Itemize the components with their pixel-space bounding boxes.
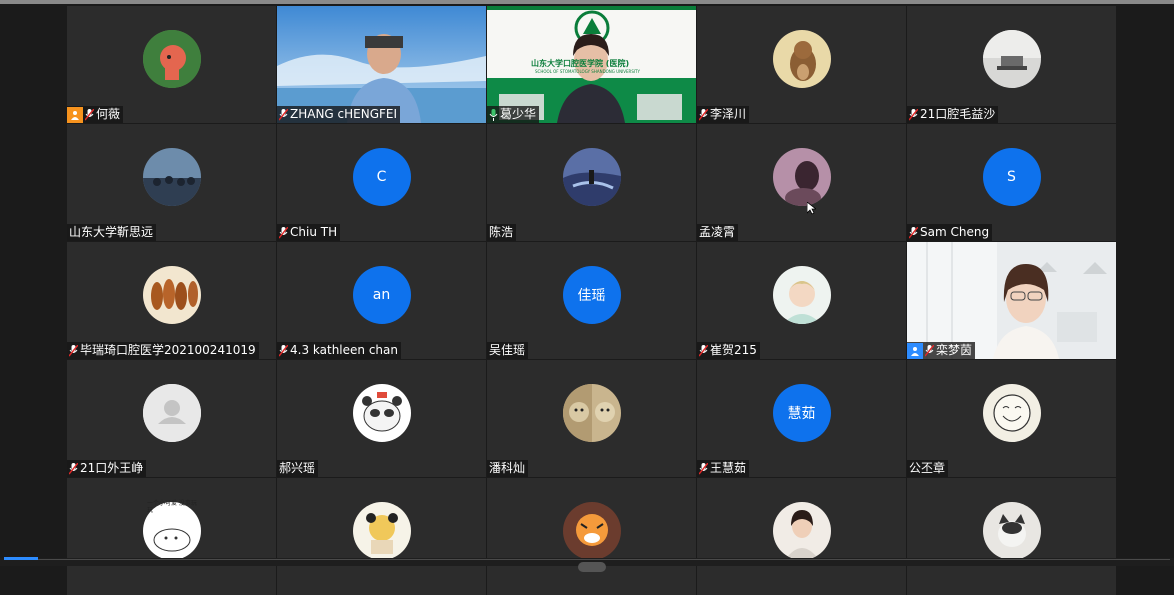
participant-name-label: 郝兴瑶 bbox=[277, 460, 319, 477]
participant-tile[interactable]: S Sam Cheng bbox=[907, 124, 1116, 241]
participant-tile[interactable]: 李泽川 bbox=[697, 6, 906, 123]
muted-mic-icon bbox=[279, 108, 288, 120]
participant-tile[interactable] bbox=[697, 478, 906, 595]
participant-tile[interactable]: ZHANG cHENGFEI bbox=[277, 6, 486, 123]
avatar bbox=[352, 501, 411, 560]
avatar bbox=[352, 383, 411, 442]
muted-mic-icon bbox=[69, 344, 78, 356]
avatar bbox=[982, 29, 1041, 88]
participant-name-label: 21口外王峥 bbox=[67, 460, 147, 477]
participant-tile[interactable]: 孟凌霄 bbox=[697, 124, 906, 241]
participant-name-label: 吴佳瑶 bbox=[487, 342, 529, 359]
avatar bbox=[562, 147, 621, 206]
avatar bbox=[142, 265, 201, 324]
participant-tile[interactable]: 潘科灿 bbox=[487, 360, 696, 477]
participant-tile[interactable]: 崔贺215 bbox=[697, 242, 906, 359]
avatar bbox=[772, 501, 831, 560]
participant-tile[interactable]: 山东大学口腔医学院 (医院) SCHOOL OF STOMATOLOGY SHA… bbox=[487, 6, 696, 123]
participant-tile[interactable]: 陈浩 bbox=[487, 124, 696, 241]
participant-tile[interactable]: 公丕章 bbox=[907, 360, 1116, 477]
window-top-bar bbox=[0, 0, 1174, 4]
banner-text: 山东大学口腔医学院 (医院) bbox=[531, 59, 630, 68]
participant-name-label: 崔贺215 bbox=[697, 342, 760, 359]
participant-tile[interactable]: 山东大学靳思远 bbox=[67, 124, 276, 241]
participant-tile[interactable]: 毕瑞琦口腔医学202100241019 bbox=[67, 242, 276, 359]
participant-tile[interactable]: C Chiu TH bbox=[277, 124, 486, 241]
participant-name-label: 4.3 kathleen chan bbox=[277, 342, 401, 359]
avatar bbox=[142, 29, 201, 88]
avatar-initials: C bbox=[352, 147, 411, 206]
participant-name-label: 潘科灿 bbox=[487, 460, 529, 477]
avatar-initials: 慧茹 bbox=[772, 383, 831, 442]
participant-tile[interactable]: 21口腔毛益沙 bbox=[907, 6, 1116, 123]
participant-tile[interactable]: 慧茹 王慧茹 bbox=[697, 360, 906, 477]
avatar bbox=[772, 29, 831, 88]
muted-mic-icon bbox=[909, 108, 918, 120]
progress-indicator bbox=[4, 557, 38, 560]
avatar-initials: 佳瑶 bbox=[562, 265, 621, 324]
participant-name-label: ZHANG cHENGFEI bbox=[277, 106, 401, 123]
participant-name-label: 孟凌霄 bbox=[697, 224, 739, 241]
muted-mic-icon bbox=[909, 226, 918, 238]
avatar bbox=[562, 501, 621, 560]
participant-name-label: Chiu TH bbox=[277, 224, 341, 241]
participant-tile[interactable]: an 4.3 kathleen chan bbox=[277, 242, 486, 359]
muted-mic-icon bbox=[279, 344, 288, 356]
participant-name-label: 何薇 bbox=[67, 106, 124, 123]
participant-tile[interactable]: 郝兴瑶 bbox=[277, 360, 486, 477]
participant-tile[interactable]: 一个小可爱 没事玩玩 bbox=[67, 478, 276, 595]
avatar bbox=[772, 147, 831, 206]
muted-mic-icon bbox=[699, 344, 708, 356]
participant-tile[interactable]: 21口外王峥 bbox=[67, 360, 276, 477]
participant-name-label: 陈浩 bbox=[487, 224, 517, 241]
muted-mic-icon bbox=[699, 108, 708, 120]
participant-tile[interactable] bbox=[907, 478, 1116, 595]
participant-tile[interactable]: 栾梦茵 bbox=[907, 242, 1116, 359]
participant-name-label: 毕瑞琦口腔医学202100241019 bbox=[67, 342, 259, 359]
host-badge-icon bbox=[67, 106, 83, 123]
progress-track bbox=[38, 559, 1170, 560]
participant-name-label: 栾梦茵 bbox=[907, 342, 976, 359]
participant-tile[interactable]: 佳瑶 吴佳瑶 bbox=[487, 242, 696, 359]
participant-name-label: 葛少华 bbox=[487, 106, 540, 123]
avatar bbox=[982, 383, 1041, 442]
participant-tile[interactable]: 何薇 bbox=[67, 6, 276, 123]
muted-mic-icon bbox=[699, 462, 708, 474]
participant-name-label: 21口腔毛益沙 bbox=[907, 106, 999, 123]
participant-name-label: 李泽川 bbox=[697, 106, 750, 123]
default-person-icon bbox=[142, 383, 201, 442]
participant-tile[interactable] bbox=[487, 478, 696, 595]
muted-mic-icon bbox=[925, 344, 934, 356]
participant-tile[interactable] bbox=[277, 478, 486, 595]
participant-name-label: 山东大学靳思远 bbox=[67, 224, 157, 241]
host-badge-icon bbox=[907, 342, 923, 359]
active-mic-icon bbox=[489, 108, 498, 121]
avatar-initials: S bbox=[982, 147, 1041, 206]
muted-mic-icon bbox=[85, 108, 94, 120]
avatar-doodle-text: 一个小可爱 没事玩玩 bbox=[147, 500, 197, 514]
participant-name-label: 王慧茹 bbox=[697, 460, 750, 477]
avatar bbox=[772, 265, 831, 324]
banner-subtext: SCHOOL OF STOMATOLOGY SHANDONG UNIVERSIT… bbox=[535, 69, 640, 74]
scroll-indicator[interactable] bbox=[578, 562, 606, 572]
muted-mic-icon bbox=[279, 226, 288, 238]
participant-name-label: Sam Cheng bbox=[907, 224, 993, 241]
mouse-cursor-icon bbox=[807, 202, 816, 215]
participant-name-label: 公丕章 bbox=[907, 460, 949, 477]
muted-mic-icon bbox=[69, 462, 78, 474]
avatar bbox=[142, 147, 201, 206]
avatar bbox=[562, 383, 621, 442]
avatar bbox=[982, 501, 1041, 560]
gallery-grid: 何薇 ZHANG cHENGFEI 山东大学口腔医学院 (医院) SCHOOL … bbox=[67, 6, 1116, 595]
avatar-initials: an bbox=[352, 265, 411, 324]
